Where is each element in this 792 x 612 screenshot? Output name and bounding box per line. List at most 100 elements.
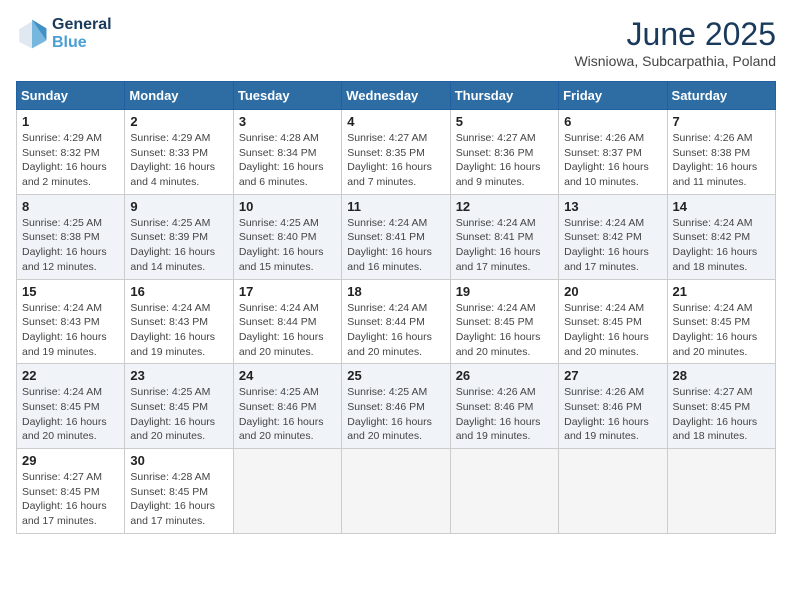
calendar-cell: 16Sunrise: 4:24 AM Sunset: 8:43 PM Dayli… — [125, 279, 233, 364]
day-info: Sunrise: 4:27 AM Sunset: 8:36 PM Dayligh… — [456, 131, 553, 190]
day-info: Sunrise: 4:25 AM Sunset: 8:45 PM Dayligh… — [130, 385, 227, 444]
calendar-subtitle: Wisniowa, Subcarpathia, Poland — [574, 53, 776, 69]
day-info: Sunrise: 4:28 AM Sunset: 8:45 PM Dayligh… — [130, 470, 227, 529]
day-info: Sunrise: 4:26 AM Sunset: 8:37 PM Dayligh… — [564, 131, 661, 190]
calendar-header-row: SundayMondayTuesdayWednesdayThursdayFrid… — [17, 82, 776, 110]
title-block: June 2025 Wisniowa, Subcarpathia, Poland — [574, 16, 776, 69]
calendar-week-1: 1 Sunrise: 4:29 AM Sunset: 8:32 PM Daylig… — [17, 110, 776, 195]
day-info: Sunrise: 4:24 AM Sunset: 8:45 PM Dayligh… — [673, 301, 770, 360]
day-info: Sunrise: 4:29 AM Sunset: 8:33 PM Dayligh… — [130, 131, 227, 190]
day-info: Sunrise: 4:25 AM Sunset: 8:39 PM Dayligh… — [130, 216, 227, 275]
calendar-cell: 26 Sunrise: 4:26 AM Sunset: 8:46 PM Dayli… — [450, 364, 558, 449]
day-info: Sunrise: 4:29 AM Sunset: 8:32 PM Dayligh… — [22, 131, 119, 190]
calendar-cell: 20 Sunrise: 4:24 AM Sunset: 8:45 PM Dayli… — [559, 279, 667, 364]
day-number: 23 — [130, 368, 227, 383]
calendar-title: June 2025 — [574, 16, 776, 53]
calendar-cell: 22 Sunrise: 4:24 AM Sunset: 8:45 PM Dayli… — [17, 364, 125, 449]
day-number: 22 — [22, 368, 119, 383]
day-header-friday: Friday — [559, 82, 667, 110]
calendar-cell — [667, 449, 775, 534]
calendar-cell: 21 Sunrise: 4:24 AM Sunset: 8:45 PM Dayli… — [667, 279, 775, 364]
day-number: 19 — [456, 284, 553, 299]
day-info: Sunrise: 4:24 AM Sunset: 8:42 PM Dayligh… — [564, 216, 661, 275]
day-number: 15 — [22, 284, 119, 299]
calendar-cell: 23 Sunrise: 4:25 AM Sunset: 8:45 PM Dayli… — [125, 364, 233, 449]
day-info: Sunrise: 4:24 AM Sunset: 8:41 PM Dayligh… — [347, 216, 444, 275]
day-number: 8 — [22, 199, 119, 214]
calendar-cell: 9Sunrise: 4:25 AM Sunset: 8:39 PM Daylig… — [125, 194, 233, 279]
day-number: 5 — [456, 114, 553, 129]
day-header-monday: Monday — [125, 82, 233, 110]
calendar-cell — [559, 449, 667, 534]
calendar-cell: 1 Sunrise: 4:29 AM Sunset: 8:32 PM Daylig… — [17, 110, 125, 195]
calendar-cell: 10Sunrise: 4:25 AM Sunset: 8:40 PM Dayli… — [233, 194, 341, 279]
day-info: Sunrise: 4:26 AM Sunset: 8:46 PM Dayligh… — [456, 385, 553, 444]
day-number: 2 — [130, 114, 227, 129]
calendar-cell — [233, 449, 341, 534]
calendar-cell: 3 Sunrise: 4:28 AM Sunset: 8:34 PM Daylig… — [233, 110, 341, 195]
calendar-cell: 13Sunrise: 4:24 AM Sunset: 8:42 PM Dayli… — [559, 194, 667, 279]
logo-icon — [16, 18, 48, 50]
day-number: 20 — [564, 284, 661, 299]
day-info: Sunrise: 4:26 AM Sunset: 8:46 PM Dayligh… — [564, 385, 661, 444]
day-number: 12 — [456, 199, 553, 214]
logo: General Blue — [16, 16, 112, 52]
day-number: 21 — [673, 284, 770, 299]
calendar-cell: 18 Sunrise: 4:24 AM Sunset: 8:44 PM Dayli… — [342, 279, 450, 364]
calendar-cell: 19 Sunrise: 4:24 AM Sunset: 8:45 PM Dayli… — [450, 279, 558, 364]
day-number: 29 — [22, 453, 119, 468]
day-info: Sunrise: 4:25 AM Sunset: 8:40 PM Dayligh… — [239, 216, 336, 275]
day-info: Sunrise: 4:24 AM Sunset: 8:45 PM Dayligh… — [456, 301, 553, 360]
calendar-cell: 28Sunrise: 4:27 AM Sunset: 8:45 PM Dayli… — [667, 364, 775, 449]
calendar-cell: 2 Sunrise: 4:29 AM Sunset: 8:33 PM Daylig… — [125, 110, 233, 195]
calendar-cell: 14 Sunrise: 4:24 AM Sunset: 8:42 PM Dayli… — [667, 194, 775, 279]
day-number: 27 — [564, 368, 661, 383]
calendar-cell: 4 Sunrise: 4:27 AM Sunset: 8:35 PM Daylig… — [342, 110, 450, 195]
day-number: 26 — [456, 368, 553, 383]
calendar-cell: 6Sunrise: 4:26 AM Sunset: 8:37 PM Daylig… — [559, 110, 667, 195]
calendar-cell: 29 Sunrise: 4:27 AM Sunset: 8:45 PM Dayli… — [17, 449, 125, 534]
logo-text: General Blue — [52, 16, 112, 52]
day-info: Sunrise: 4:24 AM Sunset: 8:43 PM Dayligh… — [22, 301, 119, 360]
calendar-cell: 24Sunrise: 4:25 AM Sunset: 8:46 PM Dayli… — [233, 364, 341, 449]
day-header-wednesday: Wednesday — [342, 82, 450, 110]
calendar-cell: 7 Sunrise: 4:26 AM Sunset: 8:38 PM Daylig… — [667, 110, 775, 195]
day-info: Sunrise: 4:26 AM Sunset: 8:38 PM Dayligh… — [673, 131, 770, 190]
day-info: Sunrise: 4:27 AM Sunset: 8:45 PM Dayligh… — [22, 470, 119, 529]
calendar-cell: 30Sunrise: 4:28 AM Sunset: 8:45 PM Dayli… — [125, 449, 233, 534]
day-number: 17 — [239, 284, 336, 299]
calendar-cell — [450, 449, 558, 534]
day-number: 7 — [673, 114, 770, 129]
day-info: Sunrise: 4:24 AM Sunset: 8:44 PM Dayligh… — [239, 301, 336, 360]
day-info: Sunrise: 4:27 AM Sunset: 8:45 PM Dayligh… — [673, 385, 770, 444]
day-info: Sunrise: 4:24 AM Sunset: 8:45 PM Dayligh… — [564, 301, 661, 360]
day-info: Sunrise: 4:24 AM Sunset: 8:42 PM Dayligh… — [673, 216, 770, 275]
calendar-cell: 12Sunrise: 4:24 AM Sunset: 8:41 PM Dayli… — [450, 194, 558, 279]
page-header: General Blue June 2025 Wisniowa, Subcarp… — [16, 16, 776, 69]
day-info: Sunrise: 4:25 AM Sunset: 8:38 PM Dayligh… — [22, 216, 119, 275]
day-number: 11 — [347, 199, 444, 214]
day-header-sunday: Sunday — [17, 82, 125, 110]
day-header-saturday: Saturday — [667, 82, 775, 110]
day-info: Sunrise: 4:25 AM Sunset: 8:46 PM Dayligh… — [347, 385, 444, 444]
day-number: 18 — [347, 284, 444, 299]
day-info: Sunrise: 4:24 AM Sunset: 8:44 PM Dayligh… — [347, 301, 444, 360]
day-info: Sunrise: 4:24 AM Sunset: 8:43 PM Dayligh… — [130, 301, 227, 360]
calendar-cell: 25Sunrise: 4:25 AM Sunset: 8:46 PM Dayli… — [342, 364, 450, 449]
day-info: Sunrise: 4:27 AM Sunset: 8:35 PM Dayligh… — [347, 131, 444, 190]
day-number: 14 — [673, 199, 770, 214]
day-header-thursday: Thursday — [450, 82, 558, 110]
calendar-cell — [342, 449, 450, 534]
calendar-week-5: 29 Sunrise: 4:27 AM Sunset: 8:45 PM Dayli… — [17, 449, 776, 534]
calendar-cell: 27 Sunrise: 4:26 AM Sunset: 8:46 PM Dayli… — [559, 364, 667, 449]
calendar-cell: 8 Sunrise: 4:25 AM Sunset: 8:38 PM Daylig… — [17, 194, 125, 279]
calendar-table: SundayMondayTuesdayWednesdayThursdayFrid… — [16, 81, 776, 534]
day-number: 3 — [239, 114, 336, 129]
day-info: Sunrise: 4:24 AM Sunset: 8:45 PM Dayligh… — [22, 385, 119, 444]
day-info: Sunrise: 4:28 AM Sunset: 8:34 PM Dayligh… — [239, 131, 336, 190]
day-info: Sunrise: 4:25 AM Sunset: 8:46 PM Dayligh… — [239, 385, 336, 444]
day-number: 4 — [347, 114, 444, 129]
calendar-week-3: 15 Sunrise: 4:24 AM Sunset: 8:43 PM Dayli… — [17, 279, 776, 364]
day-number: 1 — [22, 114, 119, 129]
calendar-cell: 15 Sunrise: 4:24 AM Sunset: 8:43 PM Dayli… — [17, 279, 125, 364]
